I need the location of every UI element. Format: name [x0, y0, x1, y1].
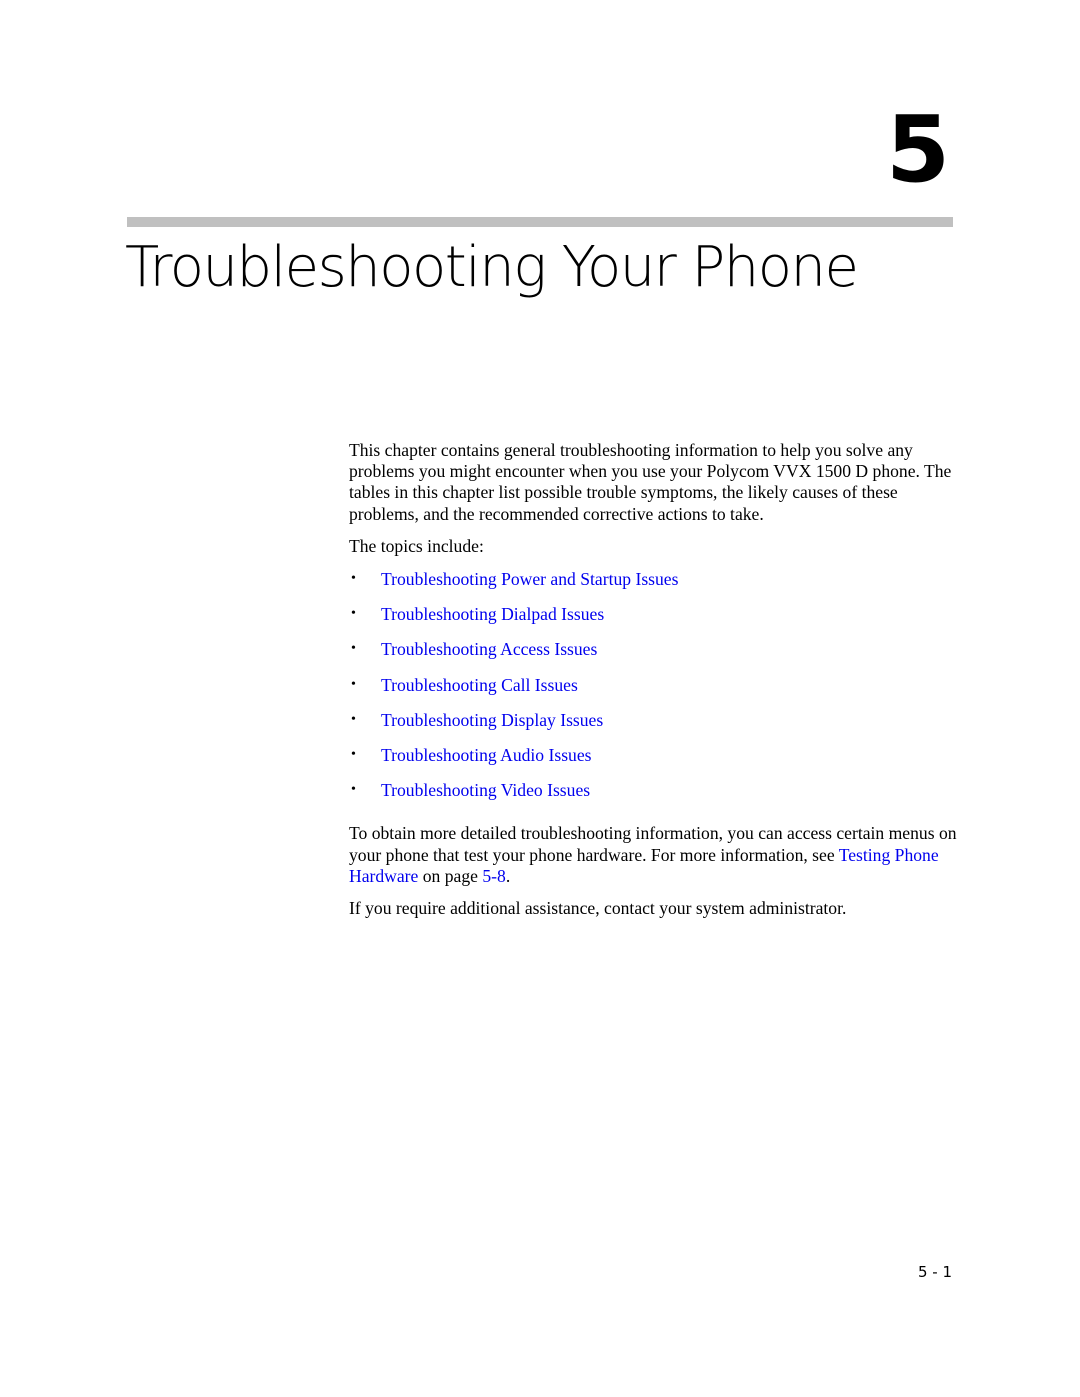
closing-paragraph: If you require additional assistance, co…: [349, 897, 847, 918]
topic-link-dialpad[interactable]: Troubleshooting Dialpad Issues: [381, 604, 604, 624]
bullet-icon: •: [351, 641, 356, 657]
hardware-note: To obtain more detailed troubleshooting …: [349, 823, 959, 887]
bullet-icon: •: [351, 571, 356, 587]
topic-link-audio[interactable]: Troubleshooting Audio Issues: [381, 745, 592, 765]
page-number: 5 - 1: [917, 1263, 952, 1281]
bullet-icon: •: [351, 782, 356, 798]
topic-link-video[interactable]: Troubleshooting Video Issues: [381, 780, 590, 800]
list-item: • Troubleshooting Audio Issues: [349, 744, 959, 779]
hardware-note-page-text: on page: [418, 865, 483, 886]
chapter-number: 5: [885, 96, 950, 203]
bullet-icon: •: [351, 606, 356, 622]
list-item: • Troubleshooting Video Issues: [349, 779, 959, 814]
topic-link-power-startup[interactable]: Troubleshooting Power and Startup Issues: [381, 569, 678, 589]
bullet-icon: •: [351, 676, 356, 692]
list-item: • Troubleshooting Power and Startup Issu…: [349, 568, 959, 603]
list-item: • Troubleshooting Access Issues: [349, 638, 959, 673]
list-item: • Troubleshooting Dialpad Issues: [349, 603, 959, 638]
topics-lead: The topics include:: [349, 535, 484, 556]
chapter-rule: [127, 217, 953, 227]
page-reference-link[interactable]: 5-8: [482, 866, 505, 886]
chapter-body: This chapter contains general troublesho…: [349, 440, 959, 930]
topic-link-call[interactable]: Troubleshooting Call Issues: [381, 675, 578, 695]
topic-link-access[interactable]: Troubleshooting Access Issues: [381, 639, 597, 659]
topics-list: • Troubleshooting Power and Startup Issu…: [349, 568, 959, 814]
hardware-note-end: .: [505, 865, 511, 886]
list-item: • Troubleshooting Call Issues: [349, 674, 959, 709]
bullet-icon: •: [351, 711, 356, 727]
bullet-icon: •: [351, 746, 356, 762]
topic-link-display[interactable]: Troubleshooting Display Issues: [381, 710, 603, 730]
list-item: • Troubleshooting Display Issues: [349, 709, 959, 744]
chapter-title: Troubleshooting Your Phone: [125, 235, 859, 300]
intro-paragraph: This chapter contains general troublesho…: [349, 440, 952, 524]
